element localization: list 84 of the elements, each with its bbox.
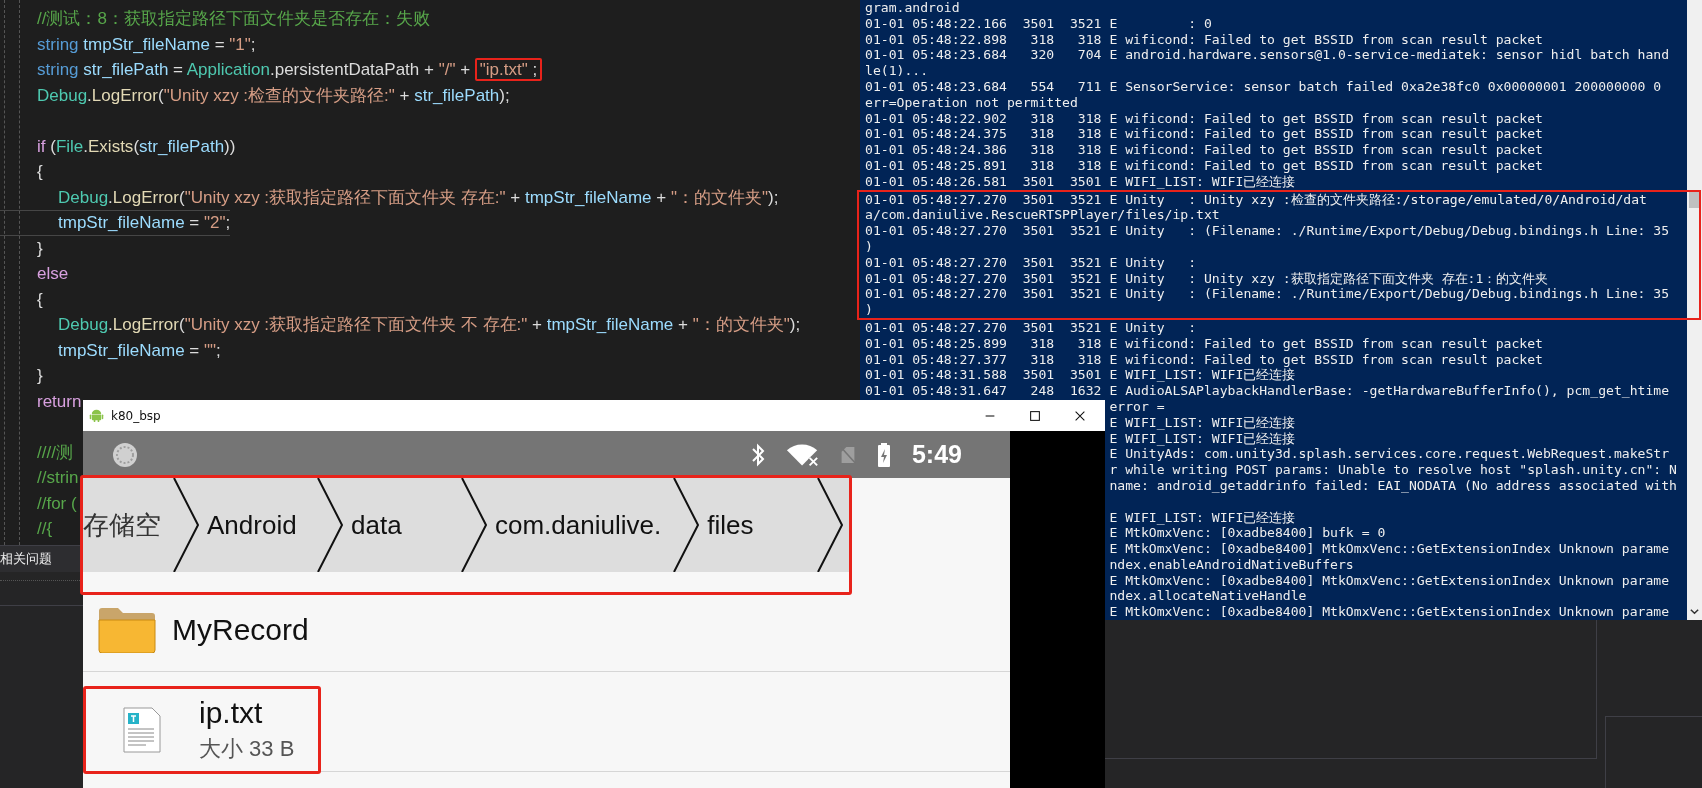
log-line: 01-01 05:48:27.377 318 318 E wificond: Failed to get BSSID from scan result packet xyxy=(865,351,1544,368)
log-line: 01-01 05:48:27.270 3501 3521 E Unity : (Filename: ./Runtime/Export/Debug/Debug.bindings.h Line: 35 xyxy=(865,286,1671,303)
loading-icon xyxy=(112,441,138,468)
log-line: 01-01 05:48:25.899 318 318 E wificond: Failed to get BSSID from scan result packet xyxy=(865,335,1544,352)
code-line: //{ xyxy=(36,518,53,540)
bluetooth-icon xyxy=(749,441,766,468)
log-line: ) xyxy=(865,238,874,255)
log-line: ndex.allocateNativeHandle xyxy=(1109,588,1307,604)
code-line: tmpStr_fileName = ""; xyxy=(57,339,221,362)
text-file-icon xyxy=(123,706,161,753)
log-line: 01-01 05:48:31.588 3501 3501 E WIFI_LIST: WIFI已经连接 xyxy=(865,367,1297,384)
log-line: E WIFI_LIST: WIFI已经连接 xyxy=(1109,509,1296,525)
chevron-icon xyxy=(673,478,700,572)
log-line: E MtkOmxVenc: [0xadbe8400] MtkOmxVenc::GetExtensionIndex Unknown parame xyxy=(1109,541,1670,557)
code-line: //测试：8：获取指定路径下面文件夹是否存在：失败 xyxy=(36,8,430,30)
breadcrumb-item[interactable]: Android xyxy=(199,478,317,572)
code-line: return xyxy=(36,390,82,413)
window-title: k80_bsp xyxy=(111,408,161,423)
code-line: string tmpStr_fileName = "1"; xyxy=(36,33,256,56)
code-line: Debug.LogError("Unity xzy :获取指定路径下面文件夹 存在:" + tmpStr_fileName + "：的文件夹"); xyxy=(57,186,779,209)
log-line: 01-01 05:48:24.386 318 318 E wificond: Failed to get BSSID from scan result packet xyxy=(865,142,1544,158)
log-line: ) xyxy=(865,302,874,318)
log-line: E MtkOmxVenc: [0xadbe8400] MtkOmxVenc::GetExtensionIndex Unknown parame xyxy=(1109,604,1670,620)
log-line: E UnityAds: com.unity3d.splash.services.core.request.WebRequest.makeStr xyxy=(1109,446,1670,462)
log-line: 01-01 05:48:31.647 248 1632 E AudioALSAPlaybackHandlerBase: -getHardwareBufferInfo(), pcm_get_htime xyxy=(865,383,1671,399)
breadcrumb-item[interactable]: 存储空 xyxy=(83,478,173,572)
code-line: { xyxy=(36,161,43,183)
log-line: gram.android xyxy=(865,0,961,16)
code-line: } xyxy=(36,365,43,387)
code-line: //for ( xyxy=(36,492,77,515)
log-line: err=Operation not permitted xyxy=(865,94,1079,111)
log-line: 01-01 05:48:27.270 3501 3521 E Unity : (Filename: ./Runtime/Export/Debug/Debug.bindings.h Line: 35 xyxy=(865,223,1671,239)
log-line: 01-01 05:48:27.270 3501 3521 E Unity : xyxy=(865,319,1198,336)
log-line: E WIFI_LIST: WIFI已经连接 xyxy=(1109,430,1296,446)
log-line: ndex.enableAndroidNativeBuffers xyxy=(1109,556,1354,572)
log-line: E WIFI_LIST: WIFI已经连接 xyxy=(1109,414,1296,430)
breadcrumb-item[interactable]: data xyxy=(343,478,461,572)
log-line: E MtkOmxVenc: [0xadbe8400] MtkOmxVenc::GetExtensionIndex Unknown parame xyxy=(1109,572,1670,588)
log-line: 01-01 05:48:22.898 318 318 E wificond: Failed to get BSSID from scan result packet xyxy=(865,31,1544,48)
code-line: if (File.Exists(str_filePath)) xyxy=(36,135,236,158)
file-name[interactable]: ip.txt xyxy=(199,695,295,730)
log-line: a/com.daniulive.RescueRTSPPlayer/files/ip.txt xyxy=(865,207,1221,224)
log-line: 01-01 05:48:23.684 320 704 E android.hardware.sensors@1.0-service-mediatek: sensor hidl batch hand xyxy=(865,47,1671,64)
log-line: name: android_getaddrinfo failed: EAI_NODATA (No address associated with xyxy=(1109,477,1677,493)
scrollbar-thumb[interactable] xyxy=(1689,190,1700,208)
log-line: 01-01 05:48:22.166 3501 3521 E : 0 xyxy=(865,15,1213,32)
code-line: string str_filePath = Application.persistentDataPath + "/" + xyxy=(37,60,472,79)
code-line: else xyxy=(36,263,69,285)
android-icon xyxy=(89,408,104,423)
log-line: 01-01 05:48:27.270 3501 3521 E Unity : Unity xzy :检查的文件夹路径:/storage/emulated/0/Android/dat xyxy=(865,191,1648,208)
panel-title: 相关问题 xyxy=(0,550,52,568)
log-line: E MtkOmxVenc: [0xadbe8400] bufk = 0 xyxy=(1109,525,1386,541)
maximize-icon[interactable] xyxy=(1028,408,1042,423)
breadcrumb-item[interactable]: files xyxy=(699,478,818,572)
log-line: 01-01 05:48:23.684 554 711 E SensorService: sensor batch failed 0xa2e38fc0 0x00000001 200000000 0 xyxy=(865,79,1663,95)
chevron-icon xyxy=(817,478,844,572)
scrollbar[interactable] xyxy=(1687,0,1702,620)
chevron-icon xyxy=(173,478,199,572)
log-line: 01-01 05:48:26.581 3501 3501 E WIFI_LIST: WIFI已经连接 xyxy=(865,173,1297,190)
battery-charging-icon xyxy=(875,441,892,468)
log-line: 01-01 05:48:25.891 318 318 E wificond: Failed to get BSSID from scan result packet xyxy=(865,157,1544,174)
log-line: r while writing POST params: Unable to resolve host "splash.unity.cn": N xyxy=(1109,462,1677,478)
chevron-icon xyxy=(317,478,343,572)
scroll-down-icon[interactable] xyxy=(1689,606,1700,617)
log-line: le(1)... xyxy=(865,63,930,79)
folder-icon xyxy=(98,606,156,653)
log-line: 01-01 05:48:27.270 3501 3521 E Unity : Unity xzy :获取指定路径下面文件夹 存在:1：的文件夹 xyxy=(865,270,1550,287)
code-line: Debug.LogError("Unity xzy :检查的文件夹路径:" + str_filePath); xyxy=(36,84,510,107)
file-size: 大小 33 B xyxy=(199,734,295,763)
code-line: tmpStr_fileName = "2"; xyxy=(0,210,231,236)
breadcrumb-item[interactable]: com.daniulive. xyxy=(487,478,674,572)
log-line: error = xyxy=(1109,398,1165,414)
log-line: 01-01 05:48:22.902 318 318 E wificond: Failed to get BSSID from scan result packet xyxy=(865,110,1544,127)
file-name[interactable]: MyRecord xyxy=(172,612,309,647)
chevron-icon xyxy=(461,478,487,572)
highlighted-code: "ip.txt" ; xyxy=(474,58,543,81)
code-line: Debug.LogError("Unity xzy :获取指定路径下面文件夹 不 存在:" + tmpStr_fileName + "：的文件夹"); xyxy=(57,314,801,336)
log-line: 01-01 05:48:24.375 318 318 E wificond: Failed to get BSSID from scan result packet xyxy=(865,126,1544,143)
code-line: ////测 xyxy=(36,441,73,464)
code-line: //strin xyxy=(36,467,79,489)
code-line: { xyxy=(36,288,43,311)
code-line: } xyxy=(36,237,43,260)
clock: 5:49 xyxy=(911,440,962,469)
log-line: 01-01 05:48:27.270 3501 3521 E Unity : xyxy=(865,254,1198,271)
